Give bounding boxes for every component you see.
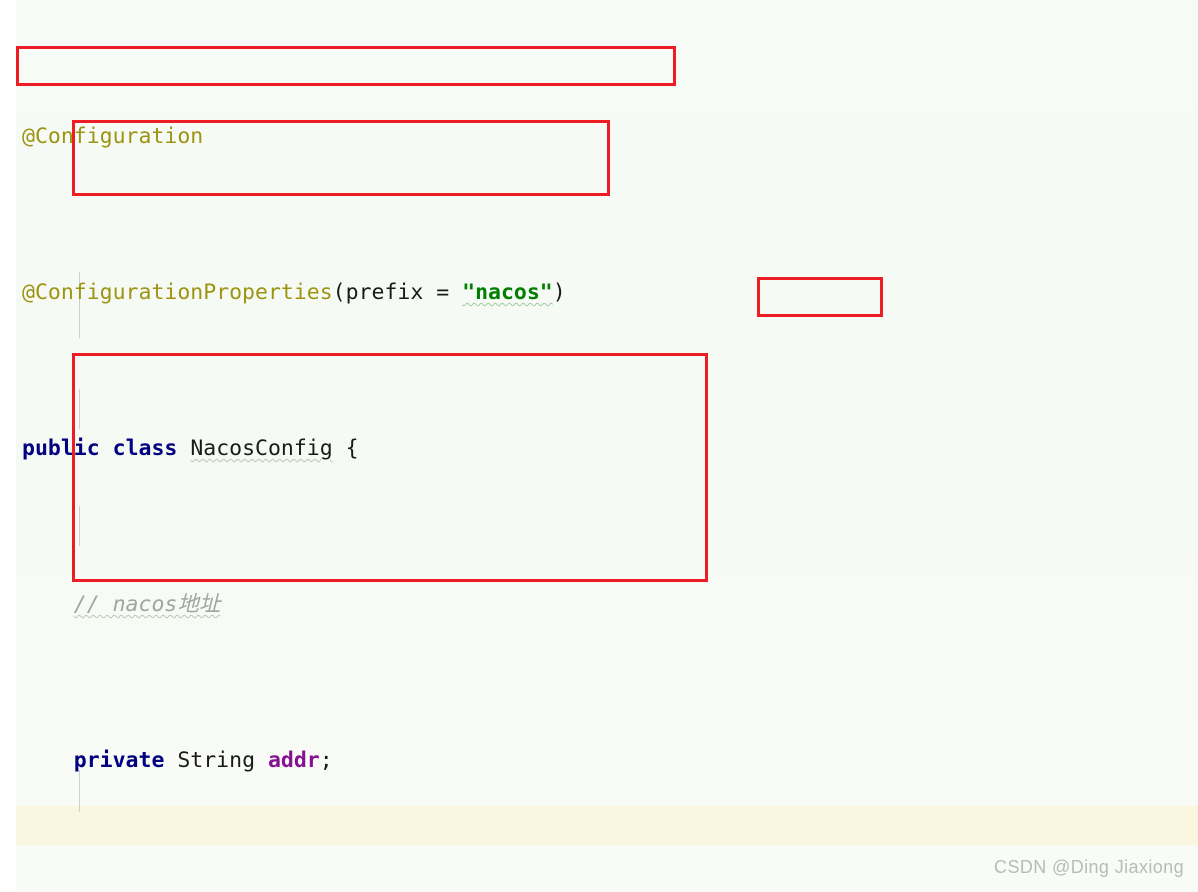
csdn-watermark: CSDN @Ding Jiaxiong [994, 857, 1184, 877]
keyword-class: class [112, 436, 178, 461]
annotation-token: @ConfigurationProperties [22, 280, 333, 305]
type-name: String [177, 748, 256, 773]
code-line[interactable]: @ConfigurationProperties(prefix = "nacos… [0, 273, 1198, 312]
code-editor-viewport[interactable]: @Configuration @ConfigurationProperties(… [0, 0, 1198, 892]
line-comment: // nacos地址 [73, 592, 221, 617]
annotation-token: @Configuration [22, 124, 204, 149]
keyword-private: private [73, 748, 165, 773]
operator: = [423, 280, 463, 305]
punctuation: ( [332, 280, 346, 305]
semicolon: ; [319, 748, 333, 773]
field-name: addr [267, 748, 320, 773]
code-content[interactable]: @Configuration @ConfigurationProperties(… [0, 0, 1198, 892]
class-name: NacosConfig [190, 436, 333, 461]
code-line[interactable]: public class NacosConfig { [0, 429, 1198, 468]
keyword-public: public [22, 436, 100, 461]
string-literal: "nacos" [462, 280, 553, 305]
editor-left-gutter [0, 0, 16, 892]
code-line[interactable]: // nacos地址 [0, 585, 1198, 624]
attribute-name: prefix [345, 280, 424, 305]
code-line[interactable]: private String addr; [0, 741, 1198, 780]
punctuation: ) [552, 280, 566, 305]
brace: { [345, 436, 359, 461]
code-line[interactable]: @Configuration [0, 117, 1198, 156]
